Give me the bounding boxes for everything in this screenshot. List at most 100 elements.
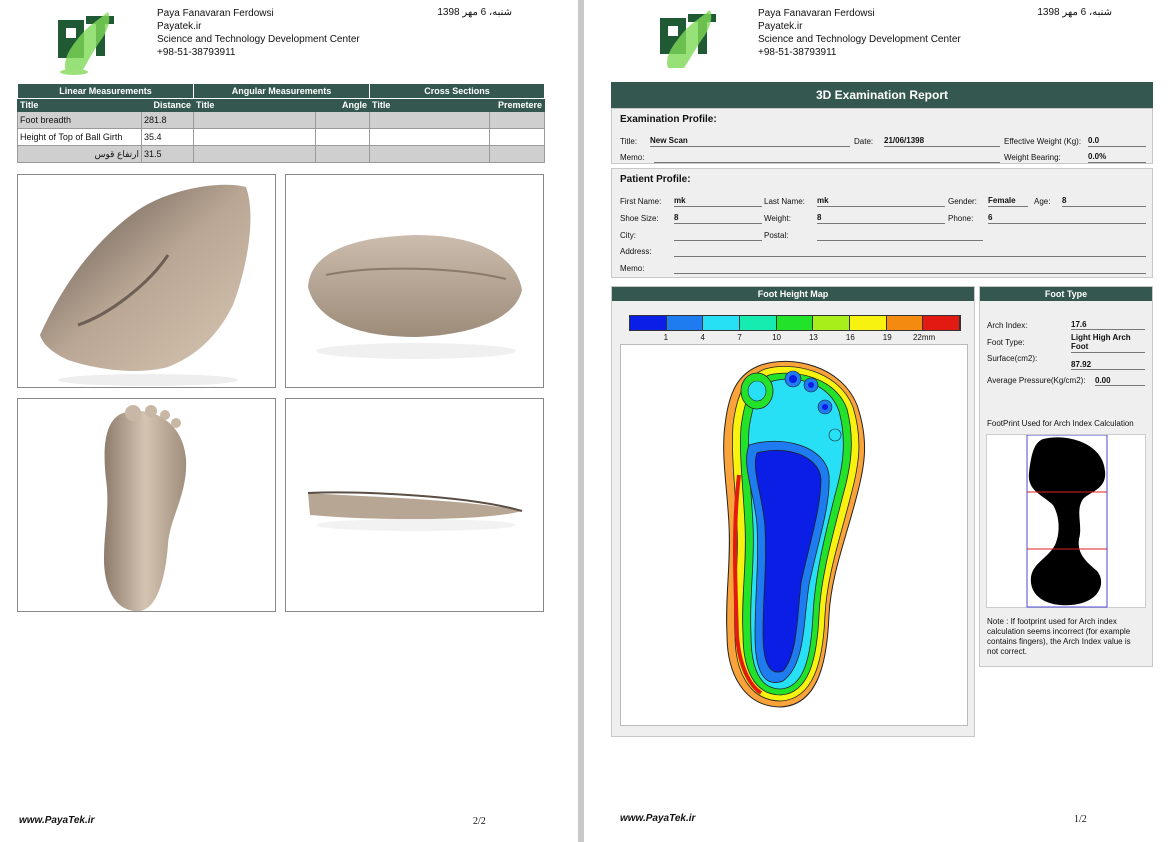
weight-bearing-label: Weight Bearing: (1004, 153, 1061, 162)
legend-swatch (886, 316, 924, 330)
first-name-value: mk (674, 196, 762, 207)
row-value: 31.5 (140, 145, 195, 163)
col-title: Title (17, 98, 142, 112)
col-title: Title (193, 98, 317, 112)
table-group-header: Linear Measurements Angular Measurements… (16, 83, 546, 99)
last-name-label: Last Name: (764, 197, 805, 206)
exam-date-label: Date: (854, 137, 874, 146)
legend-tick-label: 19 (882, 333, 892, 342)
foot-3d-view-perspective[interactable] (17, 174, 276, 388)
legend-tick-label: 10 (772, 333, 781, 342)
legend-swatch (850, 316, 887, 330)
height-map-canvas[interactable] (620, 344, 968, 726)
city-label: City: (620, 231, 636, 240)
col-angle: Angle (315, 98, 371, 112)
payatek-logo-icon (58, 12, 114, 75)
postal-field (817, 230, 983, 241)
phone-label: Phone: (948, 214, 974, 223)
legend-tick-label: 13 (808, 333, 818, 342)
footprint-image[interactable] (986, 434, 1146, 608)
footer-url[interactable]: www.PayaTek.ir (19, 815, 94, 826)
company-site: Payatek.ir (157, 21, 202, 32)
foot-height-map-panel: Foot Height Map 1 4 7 10 13 16 19 22mm (611, 286, 975, 737)
surface-value: 87.92 (1071, 360, 1145, 370)
note-line: not correct. (987, 647, 1028, 656)
legend-swatch (776, 316, 814, 330)
payatek-logo-icon (660, 10, 716, 68)
age-label: Age: (1034, 197, 1051, 206)
note-line: Note : If footprint used for Arch index (987, 617, 1117, 626)
col-title: Title (369, 98, 491, 112)
row-title: Foot breadth (17, 111, 142, 129)
row-value: 281.8 (140, 111, 195, 129)
company-name: Paya Fanavaran Ferdowsi (157, 8, 274, 19)
company-site: Payatek.ir (758, 21, 803, 32)
foot-shape (104, 410, 187, 611)
city-field (674, 230, 762, 241)
arch-index-label: Arch Index: (987, 321, 1028, 330)
row-value: 35.4 (140, 128, 195, 146)
patient-memo-field (674, 263, 1146, 274)
age-value: 8 (1062, 196, 1146, 207)
arch-index-note: Note : If footprint used for Arch index … (987, 617, 1147, 657)
company-name: Paya Fanavaran Ferdowsi (758, 8, 875, 19)
foot-shape (308, 493, 522, 520)
legend-swatch (813, 316, 851, 330)
legend-tick-label: 22mm (912, 333, 936, 342)
group-linear: Linear Measurements (16, 83, 195, 99)
patient-profile-panel: Patient Profile: First Name: mk Last Nam… (611, 168, 1153, 278)
measurements-table: Linear Measurements Angular Measurements… (16, 83, 546, 163)
postal-label: Postal: (764, 231, 789, 240)
foot-shape (40, 184, 251, 371)
table-row: Height of Top of Ball Girth 35.4 (17, 128, 546, 146)
exam-memo-field (654, 152, 1000, 163)
exam-date-value: 21/06/1398 (884, 136, 1000, 147)
legend-swatch (703, 316, 741, 330)
effective-weight-label: Effective Weight (Kg): (1004, 137, 1082, 146)
shoe-size-value: 8 (674, 213, 762, 224)
table-row: ارتفاع قوس 31.5 (17, 145, 546, 163)
group-angular: Angular Measurements (193, 83, 371, 99)
weight-label: Weight: (764, 214, 791, 223)
col-premetere: Premetere (489, 98, 546, 112)
legend-swatch (630, 316, 667, 330)
shoe-size-label: Shoe Size: (620, 214, 659, 223)
pressure-value: 0.00 (1095, 376, 1145, 386)
foot-3d-view-side[interactable] (285, 174, 544, 388)
exam-memo-label: Memo: (620, 153, 645, 162)
footer-url[interactable]: www.PayaTek.ir (620, 813, 695, 824)
note-line: calculation seems incorrect (for example (987, 627, 1131, 636)
gender-label: Gender: (948, 197, 977, 206)
col-distance: Distance (140, 98, 195, 112)
table-subheader: Title Distance Title Angle Title Premete… (17, 98, 546, 112)
company-phone: +98-51-38793911 (157, 47, 236, 58)
row-title: ارتفاع قوس (17, 145, 142, 163)
exam-title-value: New Scan (650, 136, 850, 147)
note-line: contains fingers), the Arch Index value … (987, 637, 1131, 646)
report-page-1: Paya Fanavaran Ferdowsi Payatek.ir Scien… (584, 0, 1170, 842)
foot-type-value-line2: Foot (1071, 342, 1089, 351)
foot-type-value-line1: Light High Arch (1071, 333, 1131, 342)
pressure-label: Average Pressure(Kg/cm2): (987, 376, 1086, 385)
foot-type-panel: Foot Type Arch Index: 17.6 Foot Type: Li… (979, 286, 1153, 667)
foot-shape (308, 235, 522, 337)
company-phone: +98-51-38793911 (758, 47, 837, 58)
foot-type-value: Light High Arch Foot (1071, 333, 1145, 353)
company-info: Paya Fanavaran Ferdowsi Payatek.ir Scien… (157, 7, 360, 59)
foot-3d-view-flat[interactable] (285, 398, 544, 612)
company-center: Science and Technology Development Cente… (758, 34, 961, 45)
gender-value: Female (988, 196, 1028, 207)
page-number: 1/2 (1074, 814, 1087, 825)
first-name-label: First Name: (620, 197, 662, 206)
examination-profile-panel: Examination Profile: Title: New Scan Dat… (611, 108, 1153, 164)
surface-label: Surface(cm2): (987, 354, 1038, 363)
patient-memo-label: Memo: (620, 264, 645, 273)
foot-type-title: Foot Type (980, 287, 1152, 301)
row-title: Height of Top of Ball Girth (17, 128, 142, 146)
table-row: Foot breadth 281.8 (17, 111, 546, 129)
foot-height-map-image (723, 360, 865, 708)
height-map-title: Foot Height Map (612, 287, 974, 301)
foot-3d-view-bottom[interactable] (17, 398, 276, 612)
company-info: Paya Fanavaran Ferdowsi Payatek.ir Scien… (758, 7, 961, 59)
company-center: Science and Technology Development Cente… (157, 34, 360, 45)
